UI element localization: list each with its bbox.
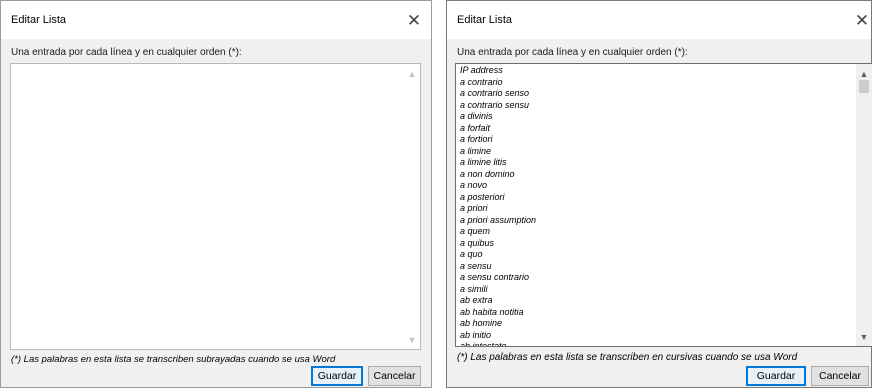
list-item: ab habita notitia [460,306,524,317]
close-icon[interactable]: ✕ [847,7,872,33]
list-item: ab initio [460,329,492,340]
list-item: a priori assumption [460,214,537,225]
list-item: a contrario sensu [460,99,530,110]
cancel-button[interactable]: Cancelar [811,366,869,386]
cancel-button[interactable]: Cancelar [368,366,421,386]
scroll-down-icon[interactable]: ▼ [404,332,420,348]
list-item: a quo [460,249,483,259]
list-item: a limine [460,145,492,156]
entries-textarea[interactable]: IP address a contrario a contrario senso a … [455,63,872,347]
list-item: a priori [460,203,488,213]
list-item: a fortiori [460,134,493,144]
list-item: ab extra [460,295,493,305]
instructions-label: Una entrada por cada línea y en cualquie… [11,47,242,58]
entries-list: IP address a contrario a contrario senso a … [456,64,856,347]
save-button[interactable]: Guardar [746,366,806,386]
list-item: a contrario senso [460,88,530,98]
save-button[interactable]: Guardar [311,366,363,386]
entries-textarea[interactable]: ▲ ▼ [10,63,421,350]
edit-list-dialog-left: Editar Lista ✕ Una entrada por cada líne… [0,0,432,388]
list-item: a quem [460,226,491,236]
title-bar: Editar Lista ✕ [447,1,871,39]
list-item: a novo [460,180,488,190]
list-item: a contrario [460,76,503,87]
scroll-up-icon[interactable]: ▲ [404,66,420,82]
footnote: (*) Las palabras en esta lista se transc… [457,352,798,363]
list-item: ab homine [460,318,503,328]
list-item: IP address [460,65,503,75]
list-item: a quibus [460,237,495,248]
vertical-scrollbar[interactable]: ▲ ▼ [404,64,420,349]
list-item: a sensu [460,260,492,271]
dialog-title: Editar Lista [457,14,513,26]
list-item: a forfait [460,122,491,133]
edit-list-dialog-right: Editar Lista ✕ Una entrada por cada líne… [446,0,872,388]
instructions-label: Una entrada por cada línea y en cualquie… [457,47,688,58]
scrollbar-thumb[interactable] [859,80,869,93]
scroll-down-icon[interactable]: ▼ [856,329,872,345]
list-item: a posteriori [460,191,505,202]
vertical-scrollbar[interactable]: ▲ ▼ [856,64,872,346]
list-item: a sensu contrario [460,272,530,282]
list-item: a divinis [460,111,493,121]
list-item: a limine litis [460,157,507,167]
list-item: a non domino [460,168,515,179]
footnote: (*) Las palabras en esta lista se transc… [11,354,336,365]
close-icon[interactable]: ✕ [399,7,429,33]
list-item: a simili [460,283,488,294]
list-item: ab intestato [460,341,507,347]
dialog-title: Editar Lista [11,14,67,26]
entries-list [11,64,404,65]
title-bar: Editar Lista ✕ [1,1,431,39]
